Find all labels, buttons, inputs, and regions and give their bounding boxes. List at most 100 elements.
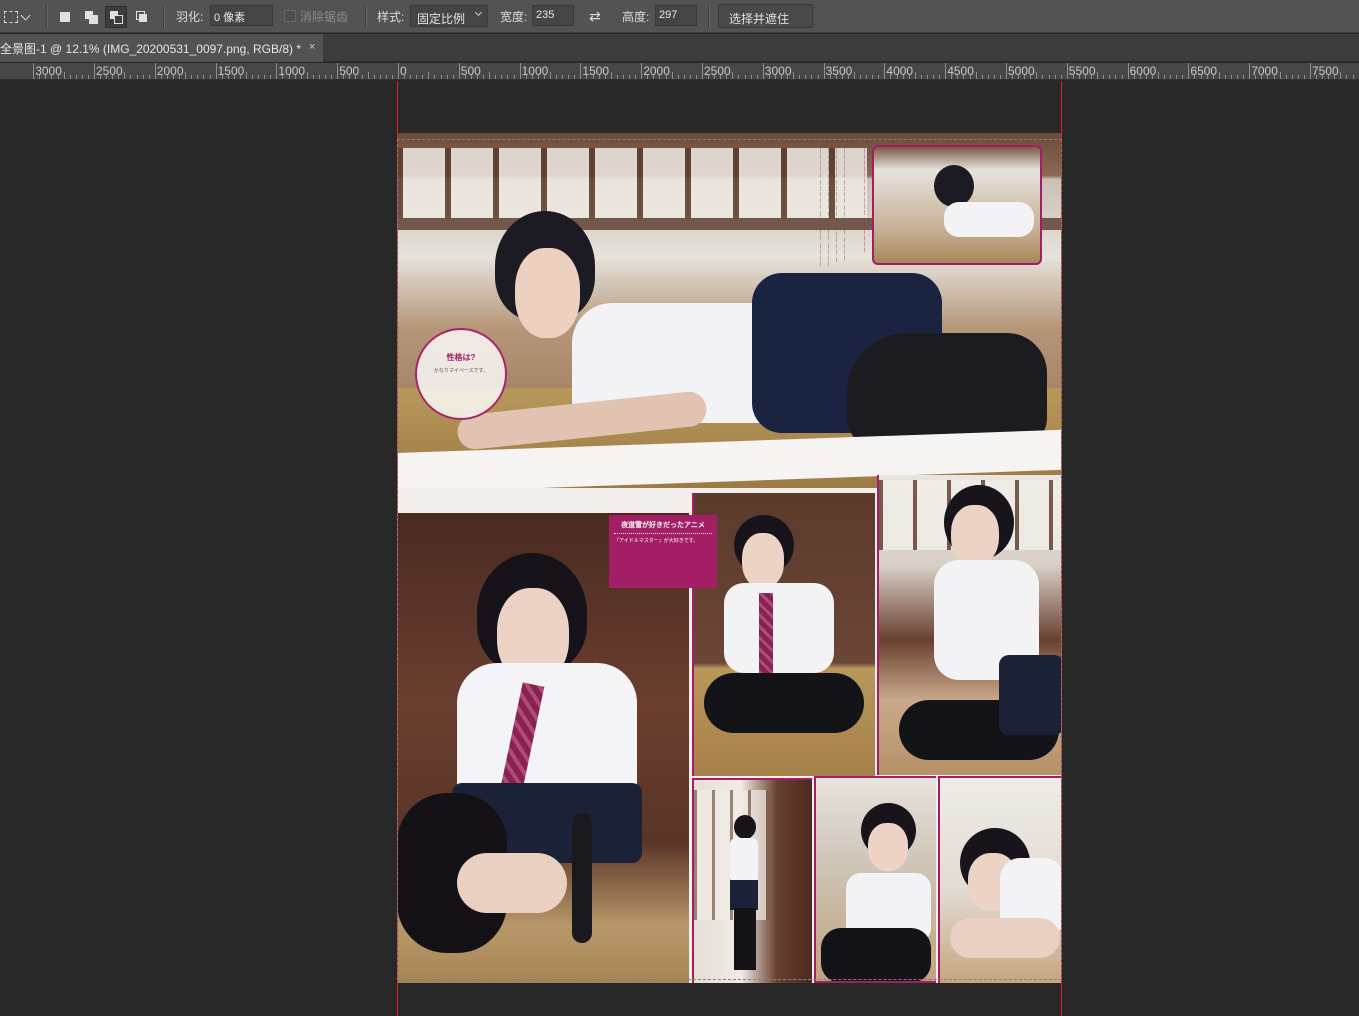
ruler-minor-tick (179, 75, 181, 79)
document-canvas[interactable]: ーーーーー ーーーー ーーーーー ーーーー ーーーーー ーーーー ーーーー ーー… (397, 133, 1062, 983)
antialias-label: 消除锯齿 (300, 10, 349, 24)
pink-box-title: 夜道雪が好きだったアニメ (614, 520, 712, 534)
ruler-minor-tick (361, 75, 363, 79)
ruler-minor-tick (1255, 75, 1257, 79)
ruler-major-tick (154, 63, 156, 79)
ruler-minor-tick (689, 75, 691, 79)
ruler-minor-tick (993, 75, 995, 79)
profile-circle-badge: 性格は? かなりマイペースです。 (415, 328, 507, 420)
ruler-minor-tick (1097, 72, 1099, 79)
circle-heading: 性格は? (446, 353, 476, 362)
ruler-major-tick (519, 63, 521, 79)
ruler-minor-tick (939, 75, 941, 79)
close-icon[interactable]: × (309, 41, 315, 62)
guide-right[interactable] (1061, 81, 1062, 1016)
ruler-minor-tick (1151, 75, 1153, 79)
ruler-minor-tick (738, 75, 740, 79)
ruler-minor-tick (562, 75, 564, 79)
ruler-minor-tick (1103, 75, 1105, 79)
ruler-minor-tick (355, 75, 357, 79)
style-label: 样式: (377, 10, 405, 24)
ruler-minor-tick (325, 75, 327, 79)
ruler-minor-tick (902, 75, 904, 79)
ruler-minor-tick (981, 75, 983, 79)
ruler-minor-tick (404, 75, 406, 79)
height-input[interactable]: 297 (655, 5, 697, 26)
rectangular-marquee-icon (4, 11, 18, 23)
ruler-major-tick (702, 63, 703, 79)
ruler-minor-tick (203, 75, 205, 79)
ruler-minor-tick (695, 75, 697, 79)
ruler-minor-tick (318, 75, 320, 79)
tool-preset-picker[interactable] (4, 7, 40, 27)
feather-input[interactable]: 0 像素 (210, 5, 273, 26)
style-select[interactable]: 固定比例 (410, 5, 488, 27)
ruler-minor-tick (926, 75, 928, 79)
ruler-minor-tick (969, 75, 971, 79)
ruler-minor-tick (270, 75, 272, 79)
ruler-minor-tick (227, 75, 229, 79)
inset-caption-text: ーーーーーー ーーーーー ーーーーーー (860, 148, 866, 254)
ruler-minor-tick (1261, 75, 1263, 79)
ruler-minor-tick (124, 72, 126, 79)
select-and-mask-button[interactable]: 选择并遮住 ... (718, 4, 813, 41)
ruler-minor-tick (489, 72, 491, 79)
ruler-minor-tick (57, 75, 59, 79)
new-selection-button[interactable] (54, 6, 76, 28)
ruler-minor-tick (787, 75, 789, 79)
guide-left[interactable] (397, 81, 398, 1016)
horizontal-ruler[interactable]: 3000 2500 2000 1500 1000 500 0 500 1000 1500 2000 2… (0, 63, 1359, 80)
ruler-minor-tick (300, 75, 302, 79)
ruler-major-tick (398, 63, 399, 79)
intersect-selection-icon (135, 10, 147, 22)
ruler-major-tick (884, 63, 886, 79)
divider (708, 6, 709, 28)
ruler-minor-tick (1352, 75, 1354, 79)
ruler-minor-tick (252, 75, 254, 79)
antialias-checkbox[interactable] (284, 10, 296, 22)
add-to-selection-button[interactable] (80, 6, 102, 28)
ruler-minor-tick (1091, 75, 1093, 79)
ruler-minor-tick (774, 75, 776, 79)
ruler-minor-tick (349, 75, 351, 79)
ruler-minor-tick (136, 75, 138, 79)
ruler-minor-tick (45, 75, 47, 79)
ruler-minor-tick (708, 75, 710, 79)
ruler-minor-tick (1164, 75, 1166, 79)
intersect-selection-button[interactable] (131, 6, 153, 28)
ruler-minor-tick (373, 75, 375, 79)
subtract-selection-icon (110, 11, 123, 24)
document-tab[interactable]: 全景图-1 @ 12.1% (IMG_20200531_0097.png, RG… (0, 34, 324, 62)
ruler-minor-tick (1060, 75, 1062, 79)
ruler-minor-tick (1279, 72, 1281, 79)
ruler-minor-tick (416, 75, 418, 79)
ruler-minor-tick (1346, 75, 1348, 79)
ruler-minor-tick (537, 75, 539, 79)
ruler-minor-tick (410, 75, 412, 79)
ruler-minor-tick (1182, 75, 1184, 79)
ruler-minor-tick (835, 75, 837, 79)
ruler-minor-tick (543, 75, 545, 79)
swap-dimensions-icon[interactable]: ⇄ (589, 8, 601, 25)
bottom-middle-photo (692, 493, 875, 776)
width-input[interactable]: 235 (532, 5, 574, 26)
ruler-minor-tick (1316, 75, 1318, 79)
ruler-minor-tick (282, 75, 284, 79)
ruler-minor-tick (677, 75, 679, 79)
subtract-from-selection-button[interactable] (105, 6, 127, 28)
ruler-minor-tick (1200, 75, 1202, 79)
ruler-minor-tick (1291, 75, 1293, 79)
ruler-minor-tick (732, 72, 734, 79)
ruler-minor-tick (1243, 75, 1245, 79)
ruler-minor-tick (1303, 75, 1305, 79)
ruler-minor-tick (63, 72, 65, 79)
ruler-minor-tick (811, 75, 813, 79)
article-vertical-text: ーーーーー ーーーー ーーーーー ーーーー ーーーーー ーーーー ーーーー ーー… (816, 148, 846, 268)
ruler-minor-tick (464, 75, 466, 79)
ruler-minor-tick (312, 75, 314, 79)
bottom-small-photo-3 (938, 776, 1062, 983)
ruler-minor-tick (568, 75, 570, 79)
ruler-minor-tick (470, 75, 472, 79)
ruler-minor-tick (507, 75, 509, 79)
ruler-minor-tick (531, 75, 533, 79)
